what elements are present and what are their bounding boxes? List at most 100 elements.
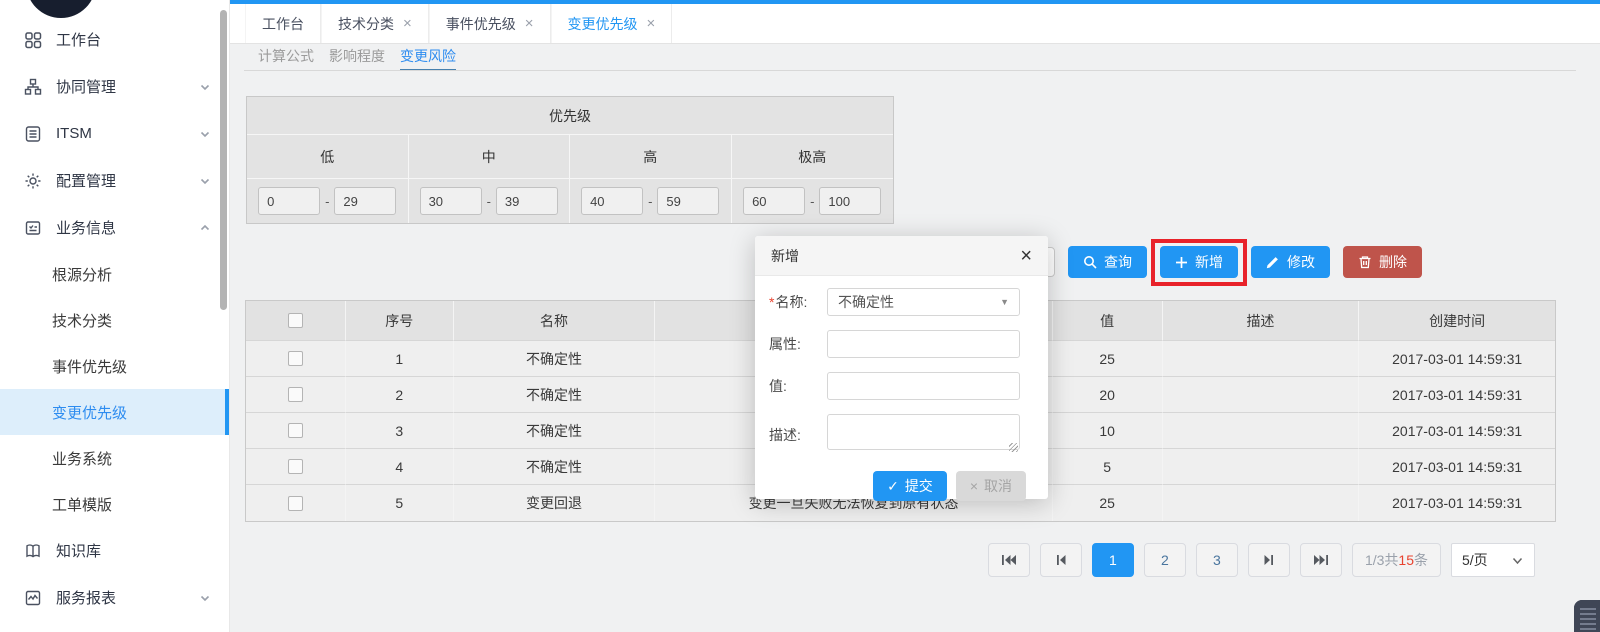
sidebar-item-service-report[interactable]: 服务报表 [0, 574, 229, 621]
tab-change-priority[interactable]: 变更优先级 × [551, 4, 673, 43]
tab-tech-category[interactable]: 技术分类 × [321, 4, 429, 43]
close-icon[interactable]: × [647, 16, 656, 31]
sidebar-item-label: 业务信息 [56, 217, 116, 238]
cell-created: 2017-03-01 14:59:31 [1359, 377, 1555, 413]
row-checkbox[interactable] [288, 459, 303, 474]
column-header-created: 创建时间 [1359, 301, 1555, 341]
sidebar: 工作台 协同管理 ITSM [0, 0, 230, 632]
row-checkbox[interactable] [288, 387, 303, 402]
select-all-checkbox[interactable] [288, 313, 303, 328]
tab-workbench[interactable]: 工作台 [245, 4, 321, 43]
sidebar-item-knowledge-base[interactable]: 知识库 [0, 527, 229, 574]
resize-grip-icon[interactable] [1009, 443, 1018, 452]
priority-level-label: 极高 [732, 135, 894, 179]
edit-button[interactable]: 修改 [1251, 246, 1330, 278]
last-page-button[interactable] [1300, 543, 1342, 577]
range-max-input[interactable] [496, 187, 558, 215]
sidebar-item-config[interactable]: 配置管理 [0, 157, 229, 204]
pagination: 1 2 3 1/3共15条 5/页 [988, 543, 1535, 577]
range-max-input[interactable] [819, 187, 881, 215]
attr-input[interactable] [827, 330, 1020, 358]
dialog-body: *名称: 不确定性 ▼ 属性: 值: 描述: [755, 276, 1048, 501]
range-separator: - [487, 194, 491, 209]
first-page-button[interactable] [988, 543, 1030, 577]
cell-desc [1163, 377, 1360, 413]
sidebar-subitem-change-priority[interactable]: 变更优先级 [0, 389, 229, 435]
plus-icon [1175, 256, 1188, 269]
trash-icon [1358, 255, 1372, 269]
close-icon: × [970, 478, 978, 494]
cancel-button[interactable]: × 取消 [956, 471, 1026, 501]
subtab-impact-degree[interactable]: 影响程度 [329, 46, 385, 71]
chevron-down-icon [199, 81, 211, 93]
cell-value: 10 [1053, 413, 1163, 449]
add-button[interactable]: 新增 [1160, 246, 1238, 278]
dropdown-arrow-icon: ▼ [1000, 297, 1009, 307]
row-checkbox[interactable] [288, 423, 303, 438]
tab-label: 事件优先级 [446, 14, 516, 34]
page-size-select[interactable]: 5/页 [1451, 543, 1535, 577]
priority-range-row: - - - - [247, 179, 893, 223]
sidebar-subitem-label: 工单模版 [52, 494, 112, 515]
close-icon[interactable]: × [403, 16, 412, 31]
range-max-input[interactable] [334, 187, 396, 215]
desc-field-label: 描述: [769, 425, 827, 445]
query-button[interactable]: 查询 [1068, 246, 1147, 278]
sidebar-subitem-label: 根源分析 [52, 264, 112, 285]
page-button-3[interactable]: 3 [1196, 543, 1238, 577]
range-max-input[interactable] [657, 187, 719, 215]
subtab-calc-formula[interactable]: 计算公式 [258, 46, 314, 71]
sidebar-item-label: 服务报表 [56, 587, 116, 608]
sidebar-item-collaboration[interactable]: 协同管理 [0, 63, 229, 110]
cell-value: 20 [1053, 377, 1163, 413]
sidebar-subitem-business-system[interactable]: 业务系统 [0, 435, 229, 481]
range-min-input[interactable] [743, 187, 805, 215]
total-count: 15 [1398, 552, 1414, 568]
dialog-title: 新增 [771, 246, 799, 266]
book-icon [24, 542, 42, 560]
search-icon [1083, 255, 1097, 269]
priority-level-label: 低 [247, 135, 409, 179]
sidebar-item-business-info[interactable]: 业务信息 [0, 204, 229, 251]
range-min-input[interactable] [581, 187, 643, 215]
page-button-1[interactable]: 1 [1092, 543, 1134, 577]
name-select[interactable]: 不确定性 ▼ [827, 288, 1020, 316]
delete-button[interactable]: 删除 [1343, 246, 1422, 278]
cell-name: 不确定性 [454, 413, 656, 449]
sidebar-subitem-tech-category[interactable]: 技术分类 [0, 297, 229, 343]
page-button-2[interactable]: 2 [1144, 543, 1186, 577]
submit-button[interactable]: ✓ 提交 [873, 471, 947, 501]
cell-name: 不确定性 [454, 341, 656, 377]
prev-page-button[interactable] [1040, 543, 1082, 577]
priority-level-label: 中 [409, 135, 571, 179]
sidebar-subitem-root-analysis[interactable]: 根源分析 [0, 251, 229, 297]
row-checkbox[interactable] [288, 351, 303, 366]
tab-label: 变更优先级 [568, 14, 638, 34]
close-icon[interactable]: × [1020, 246, 1032, 266]
dialog-footer: ✓ 提交 × 取消 [769, 465, 1034, 501]
scrollbar-handle[interactable] [1574, 600, 1600, 632]
main-content: 工作台 技术分类 × 事件优先级 × 变更优先级 × 计算公式 影响程度 变更风… [230, 0, 1600, 632]
gear-icon [24, 172, 42, 190]
close-icon[interactable]: × [525, 16, 534, 31]
value-input[interactable] [827, 372, 1020, 400]
sidebar-item-workbench[interactable]: 工作台 [0, 16, 229, 63]
sidebar-item-itsm[interactable]: ITSM [0, 110, 229, 157]
sidebar-subitem-incident-priority[interactable]: 事件优先级 [0, 343, 229, 389]
sidebar-scrollbar[interactable] [220, 10, 227, 310]
cell-value: 25 [1053, 485, 1163, 521]
cell-created: 2017-03-01 14:59:31 [1359, 485, 1555, 521]
row-checkbox[interactable] [288, 496, 303, 511]
tab-incident-priority[interactable]: 事件优先级 × [429, 4, 551, 43]
next-page-button[interactable] [1248, 543, 1290, 577]
desc-textarea[interactable] [827, 414, 1020, 450]
subtab-change-risk[interactable]: 变更风险 [400, 46, 456, 71]
range-min-input[interactable] [258, 187, 320, 215]
tab-label: 工作台 [262, 14, 304, 34]
grip-lines-icon [1580, 608, 1596, 632]
sidebar-item-label: 配置管理 [56, 170, 116, 191]
app-root: 工作台 协同管理 ITSM [0, 0, 1600, 632]
sidebar-subitem-ticket-template[interactable]: 工单模版 [0, 481, 229, 527]
sidebar-subitem-label: 业务系统 [52, 448, 112, 469]
range-min-input[interactable] [420, 187, 482, 215]
